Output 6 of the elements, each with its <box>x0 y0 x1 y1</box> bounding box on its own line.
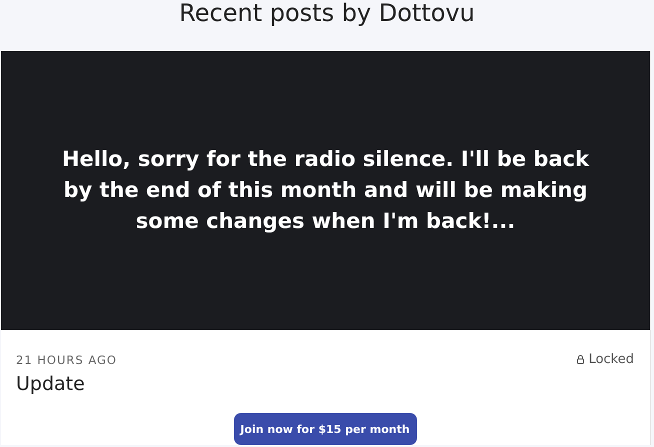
post-time: 21 HOURS AGO <box>16 352 117 366</box>
post-title[interactable]: Update <box>16 373 634 395</box>
join-button[interactable]: Join now for $15 per month <box>234 413 416 445</box>
page-heading: Recent posts by Dottovu <box>178 0 476 29</box>
locked-label: Locked <box>588 352 634 367</box>
post-preview-text: Hello, sorry for the radio silence. I'll be back by the end of this month and will be making some changes when I'm back!... <box>60 146 590 235</box>
